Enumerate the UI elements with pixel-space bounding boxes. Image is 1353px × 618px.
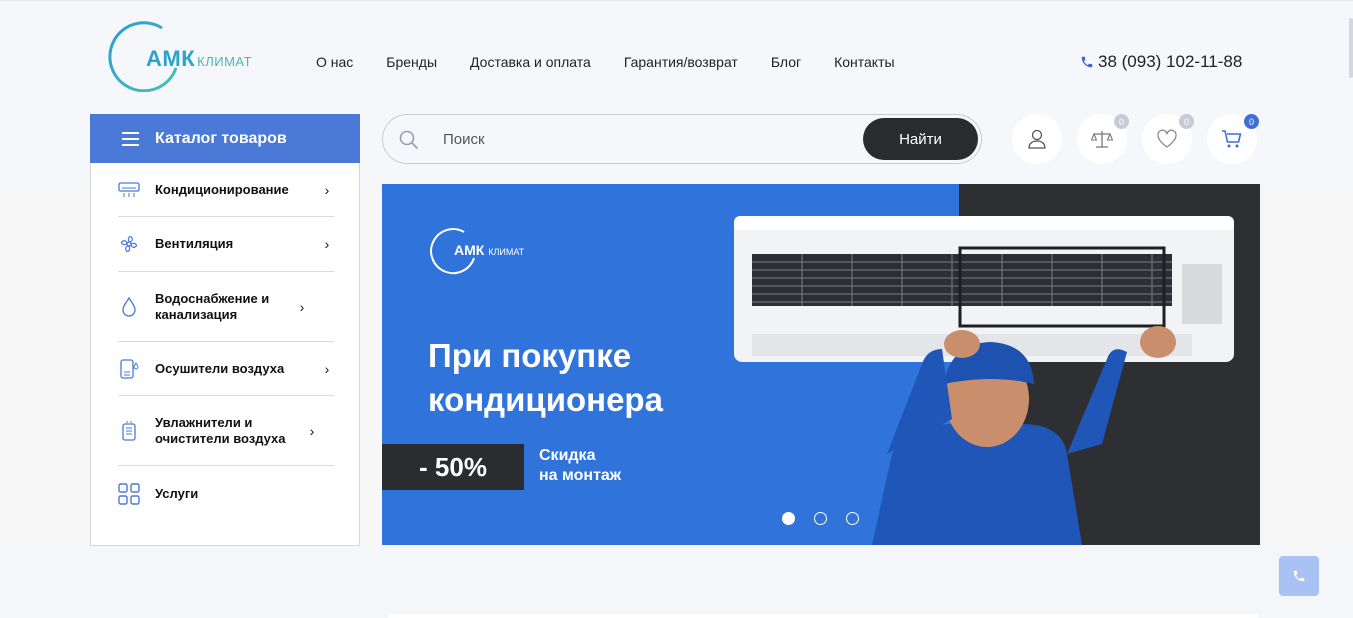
headline-line-1: При покупке bbox=[428, 337, 632, 374]
nav-blog[interactable]: Блог bbox=[771, 54, 801, 70]
scales-icon bbox=[1091, 131, 1113, 148]
nav-delivery[interactable]: Доставка и оплата bbox=[470, 54, 591, 70]
technician-air-conditioner-image bbox=[734, 216, 1234, 545]
cart-icon bbox=[1222, 130, 1242, 148]
search-button[interactable]: Найти bbox=[863, 118, 978, 160]
search-input[interactable] bbox=[443, 127, 823, 151]
compare-button[interactable]: 0 bbox=[1077, 114, 1129, 164]
discount-badge: - 50% bbox=[382, 444, 524, 490]
catalog-item-services[interactable]: Услуги bbox=[118, 466, 334, 522]
chevron-right-icon: › bbox=[324, 360, 330, 377]
compare-count-badge: 0 bbox=[1114, 114, 1129, 129]
discount-caption-line-2: на монтаж bbox=[539, 467, 622, 484]
header-phone[interactable]: 38 (093) 102-11-88 bbox=[1080, 52, 1242, 72]
scrollbar[interactable] bbox=[1349, 18, 1353, 78]
catalog-item-label: Осушители воздуха bbox=[155, 360, 285, 376]
air-conditioner-icon bbox=[118, 179, 140, 201]
favorites-count-badge: 0 bbox=[1179, 114, 1194, 129]
cart-button[interactable]: 0 bbox=[1207, 114, 1259, 164]
heart-icon bbox=[1157, 129, 1177, 148]
banner-logo: АМК КЛИМАТ bbox=[428, 226, 578, 276]
catalog-item-label: Водоснабжение и канализация bbox=[155, 290, 270, 322]
catalog-item-water[interactable]: Водоснабжение и канализация › bbox=[118, 272, 334, 342]
nav-warranty[interactable]: Гарантия/возврат bbox=[624, 54, 738, 70]
slider-dot-1[interactable] bbox=[782, 512, 795, 525]
catalog-title: Каталог товаров bbox=[155, 129, 287, 147]
chevron-right-icon: › bbox=[324, 181, 330, 198]
logo-main-text: АМК bbox=[146, 46, 196, 71]
slider-dots bbox=[782, 512, 859, 525]
user-icon bbox=[1028, 129, 1046, 149]
fan-icon bbox=[118, 233, 140, 255]
catalog-item-humidifiers[interactable]: Увлажнители и очистители воздуха › bbox=[118, 396, 334, 466]
discount-caption: Скидка на монтаж bbox=[539, 446, 621, 486]
slider-dot-3[interactable] bbox=[846, 512, 859, 525]
banner-logo-sub: КЛИМАТ bbox=[488, 247, 525, 257]
dehumidifier-icon bbox=[118, 358, 140, 380]
nav-brands[interactable]: Бренды bbox=[386, 54, 437, 70]
nav-contacts[interactable]: Контакты bbox=[834, 54, 894, 70]
top-border bbox=[0, 0, 1353, 1]
favorites-button[interactable]: 0 bbox=[1142, 114, 1194, 164]
water-drop-icon bbox=[118, 296, 140, 318]
catalog-list: Кондиционирование › Вентиляция › Водосна… bbox=[90, 163, 360, 546]
site-logo[interactable]: АМК КЛИМАТ bbox=[104, 20, 264, 92]
discount-caption-line-1: Скидка bbox=[539, 447, 596, 464]
callback-button[interactable] bbox=[1279, 556, 1319, 596]
catalog-item-label: Увлажнители и очистители воздуха bbox=[155, 414, 286, 446]
catalog-item-label: Услуги bbox=[155, 486, 199, 501]
search-icon bbox=[399, 130, 418, 149]
chevron-right-icon: › bbox=[309, 422, 315, 439]
menu-icon bbox=[122, 131, 139, 146]
catalog-item-label: Вентиляция bbox=[155, 236, 234, 251]
search-bar: Найти bbox=[382, 114, 982, 164]
catalog-item-dehumidifiers[interactable]: Осушители воздуха › bbox=[118, 342, 334, 396]
catalog-header[interactable]: Каталог товаров bbox=[90, 114, 360, 163]
account-button[interactable] bbox=[1012, 114, 1062, 164]
main-nav: О нас Бренды Доставка и оплата Гарантия/… bbox=[316, 54, 928, 70]
content-card-edge bbox=[388, 614, 1258, 618]
humidifier-icon bbox=[118, 420, 140, 442]
chevron-right-icon: › bbox=[324, 236, 330, 252]
catalog-item-label: Кондиционирование bbox=[155, 181, 289, 197]
chevron-right-icon: › bbox=[299, 298, 305, 315]
banner-headline: При покупке кондиционера bbox=[428, 334, 663, 422]
slider-dot-2[interactable] bbox=[814, 512, 827, 525]
phone-number: 38 (093) 102-11-88 bbox=[1098, 52, 1243, 71]
catalog-item-conditioning[interactable]: Кондиционирование › bbox=[118, 163, 334, 217]
promo-banner[interactable]: АМК КЛИМАТ При покупке кондиционера - 50… bbox=[382, 184, 1260, 545]
nav-about[interactable]: О нас bbox=[316, 54, 353, 70]
logo-sub-text: КЛИМАТ bbox=[197, 54, 253, 69]
catalog-item-ventilation[interactable]: Вентиляция › bbox=[118, 217, 334, 272]
grid-icon bbox=[118, 483, 140, 505]
phone-icon bbox=[1081, 56, 1093, 68]
headline-line-2: кондиционера bbox=[428, 381, 663, 418]
cart-count-badge: 0 bbox=[1244, 114, 1259, 129]
phone-icon bbox=[1293, 570, 1305, 582]
banner-logo-main: АМК bbox=[454, 242, 485, 258]
